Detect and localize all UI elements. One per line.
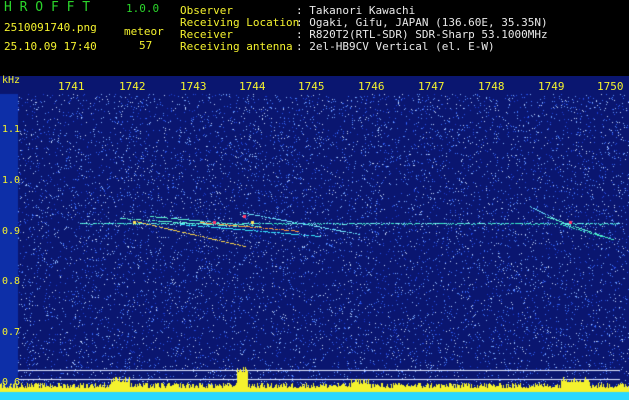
x-tick-label: 1746 [358,80,385,93]
header-panel: H R O F F T 1.0.0 2510091740.png meteor … [0,0,629,76]
spectrogram [0,76,629,400]
x-tick-label: 1749 [538,80,565,93]
meteor-counter-label: meteor [124,25,164,38]
y-axis-unit: kHz [2,75,21,86]
x-tick-label: 1744 [239,80,266,93]
y-tick-label: 0.8 [2,276,21,287]
x-tick-label: 1743 [180,80,207,93]
y-tick-label: 0.9 [2,226,21,237]
y-tick-label: 1.1 [2,124,21,135]
x-tick-label: 1745 [298,80,325,93]
y-tick-label: 0.7 [2,327,21,338]
meteor-counter-value: 57 [139,39,153,52]
app-title: H R O F F T [4,0,91,15]
file-name: 2510091740.png [4,21,97,34]
y-tick-label: 1.0 [2,175,21,186]
x-tick-label: 1747 [418,80,445,93]
x-tick-label: 1741 [58,80,85,93]
x-tick-label: 1748 [478,80,505,93]
x-tick-label: 1750 [597,80,624,93]
info-label-antenna: Receiving antenna [180,40,293,53]
app-version: 1.0.0 [126,2,160,15]
file-datetime: 25.10.09 17:40 [4,40,97,53]
x-tick-label: 1742 [119,80,146,93]
y-tick-label: 0.6 [2,377,21,388]
info-value-antenna: : 2el-HB9CV Vertical (el. E-W) [296,40,495,53]
